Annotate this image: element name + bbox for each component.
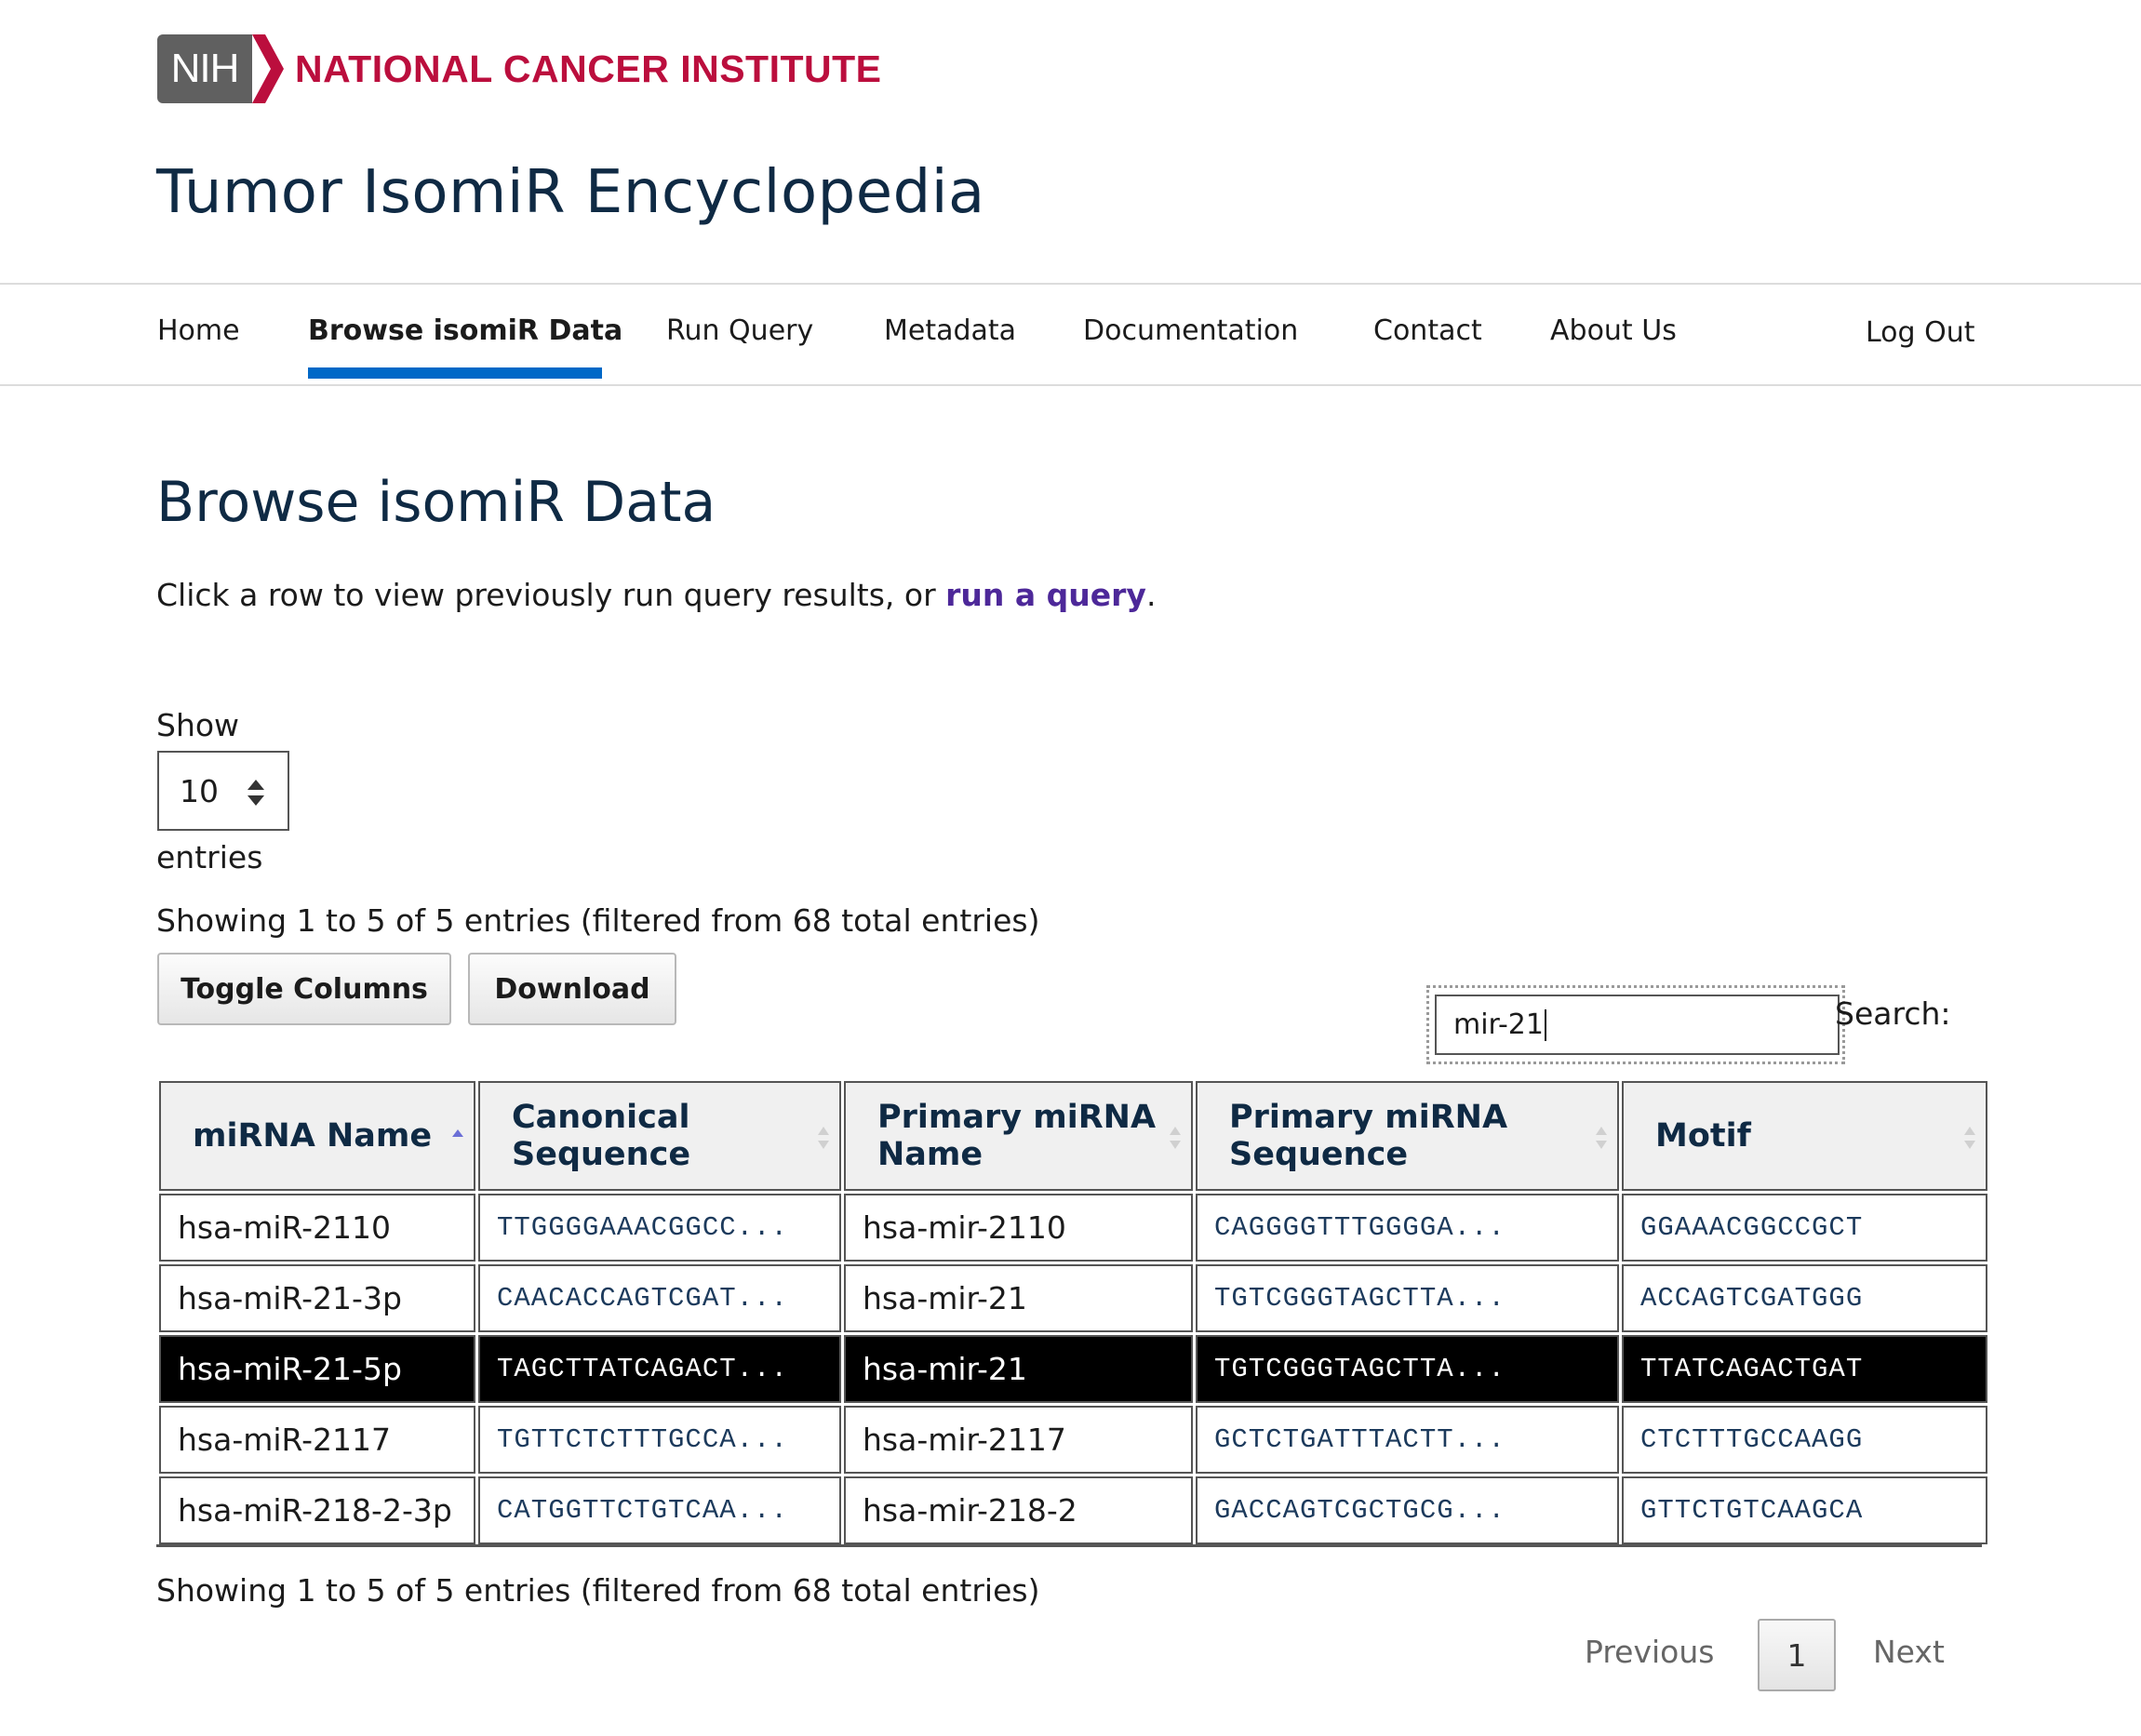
cell-primary-mirna-name: hsa-mir-2110 bbox=[844, 1194, 1193, 1262]
table-info-top: Showing 1 to 5 of 5 entries (filtered fr… bbox=[156, 902, 1040, 939]
column-header-mirna-name[interactable]: miRNA Name bbox=[159, 1081, 475, 1191]
cell-canonical-sequence: TGTTCTCTTTGCCA... bbox=[478, 1406, 841, 1474]
pagination-next[interactable]: Next bbox=[1873, 1634, 1945, 1670]
table-row[interactable]: hsa-miR-21-3p CAACACCAGTCGAT... hsa-mir-… bbox=[159, 1264, 1987, 1332]
cell-motif: ACCAGTCGATGGG bbox=[1622, 1264, 1987, 1332]
table-row[interactable]: hsa-miR-2117 TGTTCTCTTTGCCA... hsa-mir-2… bbox=[159, 1406, 1987, 1474]
intro-text-end: . bbox=[1145, 577, 1157, 613]
cell-motif: TTATCAGACTGAT bbox=[1622, 1335, 1987, 1403]
pagination-previous[interactable]: Previous bbox=[1585, 1634, 1714, 1670]
isomir-table: miRNA Name Canonical Sequence Primary mi… bbox=[156, 1078, 1990, 1547]
nih-chevron-icon bbox=[252, 34, 284, 103]
sort-both-icon bbox=[1596, 1127, 1607, 1149]
sort-ascending-icon bbox=[452, 1129, 463, 1137]
column-header-label: Primary miRNA Name bbox=[877, 1098, 1157, 1173]
download-button[interactable]: Download bbox=[468, 953, 676, 1025]
nav-documentation[interactable]: Documentation bbox=[1083, 314, 1298, 347]
entries-per-page-select[interactable]: 10 bbox=[157, 751, 289, 831]
column-header-label: Motif bbox=[1655, 1116, 1751, 1155]
site-title[interactable]: Tumor IsomiR Encyclopedia bbox=[156, 158, 985, 227]
column-header-label: Canonical Sequence bbox=[512, 1098, 691, 1173]
select-updown-icon bbox=[248, 780, 264, 806]
cell-primary-mirna-sequence: TGTCGGGTAGCTTA... bbox=[1196, 1335, 1619, 1403]
cell-mirna-name: hsa-miR-218-2-3p bbox=[159, 1476, 475, 1544]
cell-primary-mirna-name: hsa-mir-2117 bbox=[844, 1406, 1193, 1474]
nav-log-out[interactable]: Log Out bbox=[1866, 316, 1975, 349]
pagination-page-1[interactable]: 1 bbox=[1758, 1619, 1836, 1691]
cell-primary-mirna-name: hsa-mir-218-2 bbox=[844, 1476, 1193, 1544]
institute-name: NATIONAL CANCER INSTITUTE bbox=[295, 47, 882, 90]
nav-run-query[interactable]: Run Query bbox=[666, 314, 813, 347]
nav-browse-isomir-data[interactable]: Browse isomiR Data bbox=[308, 314, 622, 347]
column-header-motif[interactable]: Motif bbox=[1622, 1081, 1987, 1191]
sort-both-icon bbox=[1964, 1127, 1975, 1149]
page-title: Browse isomiR Data bbox=[156, 470, 716, 535]
column-header-label: miRNA Name bbox=[193, 1116, 433, 1155]
run-a-query-link[interactable]: run a query bbox=[945, 577, 1146, 613]
search-label: Search: bbox=[1835, 995, 1951, 1032]
entries-label: entries bbox=[156, 839, 263, 875]
cell-mirna-name: hsa-miR-21-3p bbox=[159, 1264, 475, 1332]
cell-canonical-sequence: TAGCTTATCAGACT... bbox=[478, 1335, 841, 1403]
cell-motif: GGAAACGGCCGCT bbox=[1622, 1194, 1987, 1262]
cell-primary-mirna-sequence: GCTCTGATTTACTT... bbox=[1196, 1406, 1619, 1474]
toggle-columns-button[interactable]: Toggle Columns bbox=[157, 953, 451, 1025]
cell-primary-mirna-sequence: GACCAGTCGCTGCG... bbox=[1196, 1476, 1619, 1544]
entries-per-page-value: 10 bbox=[180, 772, 219, 809]
text-cursor bbox=[1544, 1008, 1546, 1041]
cell-mirna-name: hsa-miR-2117 bbox=[159, 1406, 475, 1474]
nih-logo-box: NIH bbox=[157, 34, 252, 103]
table-row-selected[interactable]: hsa-miR-21-5p TAGCTTATCAGACT... hsa-mir-… bbox=[159, 1335, 1987, 1403]
nci-logo[interactable]: NIH NATIONAL CANCER INSTITUTE bbox=[157, 34, 882, 103]
table-header-row: miRNA Name Canonical Sequence Primary mi… bbox=[159, 1081, 1987, 1191]
sort-both-icon bbox=[1170, 1127, 1181, 1149]
column-header-canonical-sequence[interactable]: Canonical Sequence bbox=[478, 1081, 841, 1191]
cell-canonical-sequence: CAACACCAGTCGAT... bbox=[478, 1264, 841, 1332]
nav-home[interactable]: Home bbox=[157, 314, 240, 347]
column-header-primary-mirna-name[interactable]: Primary miRNA Name bbox=[844, 1081, 1193, 1191]
nav-divider-bottom bbox=[0, 384, 2141, 386]
column-header-label: Primary miRNA Sequence bbox=[1229, 1098, 1508, 1173]
table-bottom-border bbox=[156, 1544, 1982, 1547]
show-label: Show bbox=[156, 707, 240, 743]
cell-primary-mirna-sequence: CAGGGGTTTGGGGA... bbox=[1196, 1194, 1619, 1262]
cell-canonical-sequence: CATGGTTCTGTCAA... bbox=[478, 1476, 841, 1544]
cell-mirna-name: hsa-miR-2110 bbox=[159, 1194, 475, 1262]
sort-both-icon bbox=[818, 1127, 829, 1149]
table-row[interactable]: hsa-miR-2110 TTGGGGAAACGGCC... hsa-mir-2… bbox=[159, 1194, 1987, 1262]
cell-motif: CTCTTTGCCAAGG bbox=[1622, 1406, 1987, 1474]
intro-text-lead: Click a row to view previously run query… bbox=[156, 577, 946, 613]
cell-primary-mirna-name: hsa-mir-21 bbox=[844, 1264, 1193, 1332]
intro-text: Click a row to view previously run query… bbox=[156, 577, 1156, 613]
nav-active-indicator bbox=[308, 367, 602, 379]
table-info-bottom: Showing 1 to 5 of 5 entries (filtered fr… bbox=[156, 1572, 1040, 1609]
table-row[interactable]: hsa-miR-218-2-3p CATGGTTCTGTCAA... hsa-m… bbox=[159, 1476, 1987, 1544]
search-input[interactable]: mir-21 bbox=[1435, 995, 1840, 1055]
nav-about-us[interactable]: About Us bbox=[1550, 314, 1677, 347]
nav-metadata[interactable]: Metadata bbox=[884, 314, 1016, 347]
cell-primary-mirna-sequence: TGTCGGGTAGCTTA... bbox=[1196, 1264, 1619, 1332]
cell-primary-mirna-name: hsa-mir-21 bbox=[844, 1335, 1193, 1403]
search-focus-ring: mir-21 bbox=[1426, 985, 1845, 1064]
nav-contact[interactable]: Contact bbox=[1373, 314, 1482, 347]
cell-mirna-name: hsa-miR-21-5p bbox=[159, 1335, 475, 1403]
nav-divider-top bbox=[0, 283, 2141, 285]
column-header-primary-mirna-sequence[interactable]: Primary miRNA Sequence bbox=[1196, 1081, 1619, 1191]
cell-motif: GTTCTGTCAAGCA bbox=[1622, 1476, 1987, 1544]
cell-canonical-sequence: TTGGGGAAACGGCC... bbox=[478, 1194, 841, 1262]
search-input-value: mir-21 bbox=[1453, 1008, 1544, 1041]
